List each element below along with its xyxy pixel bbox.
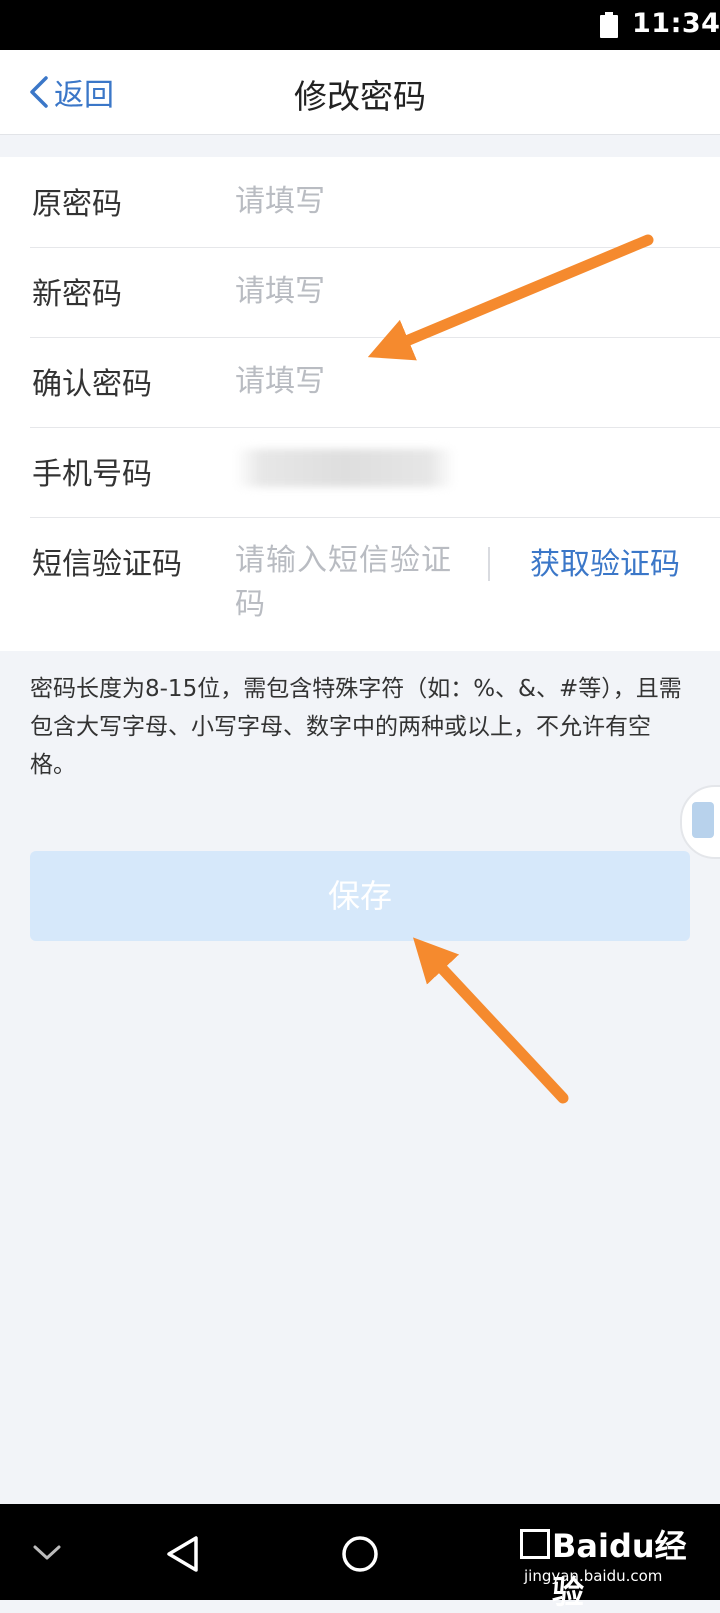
get-code-button[interactable]: 获取验证码 bbox=[530, 539, 680, 583]
annotation-arrow-save bbox=[412, 937, 569, 1104]
status-bar: 11:34 bbox=[0, 0, 720, 50]
home-circle-icon[interactable] bbox=[340, 1534, 380, 1574]
new-password-input[interactable] bbox=[235, 261, 495, 321]
phone-number-masked bbox=[235, 449, 455, 487]
baidu-jingyan-watermark: Baidu经验 jingyan.baidu.com bbox=[520, 1515, 710, 1611]
floating-assistant-icon[interactable] bbox=[680, 785, 720, 859]
new-password-label: 新密码 bbox=[32, 277, 122, 312]
status-time: 11:34 bbox=[632, 8, 720, 39]
confirm-password-label: 确认密码 bbox=[32, 367, 152, 402]
confirm-password-input[interactable] bbox=[235, 351, 495, 411]
confirm-password-row: 确认密码 bbox=[30, 337, 720, 428]
password-form: 原密码 新密码 确认密码 手机号码 短信验证码 请输入短信验证码 获取验证码 bbox=[0, 157, 720, 651]
new-password-row: 新密码 bbox=[30, 247, 720, 338]
sms-code-label: 短信验证码 bbox=[32, 547, 182, 582]
sms-divider bbox=[488, 547, 490, 581]
nav-header: 返回 修改密码 bbox=[0, 50, 720, 135]
phone-row: 手机号码 bbox=[30, 427, 720, 518]
old-password-label: 原密码 bbox=[32, 187, 122, 222]
password-hint: 密码长度为8-15位，需包含特殊字符（如：%、&、#等），且需包含大写字母、小写… bbox=[30, 676, 682, 778]
old-password-input[interactable] bbox=[235, 171, 495, 231]
battery-icon bbox=[600, 12, 618, 38]
sms-code-row: 短信验证码 请输入短信验证码 获取验证码 bbox=[30, 517, 720, 651]
chevron-down-icon[interactable] bbox=[32, 1544, 62, 1562]
page-title: 修改密码 bbox=[294, 77, 426, 116]
back-triangle-icon[interactable] bbox=[164, 1534, 202, 1574]
watermark-url: jingyan.baidu.com bbox=[524, 1567, 663, 1585]
old-password-row: 原密码 bbox=[30, 157, 720, 248]
save-button[interactable]: 保存 bbox=[30, 851, 690, 941]
phone-label: 手机号码 bbox=[32, 457, 152, 492]
sms-code-input[interactable]: 请输入短信验证码 bbox=[235, 539, 475, 627]
